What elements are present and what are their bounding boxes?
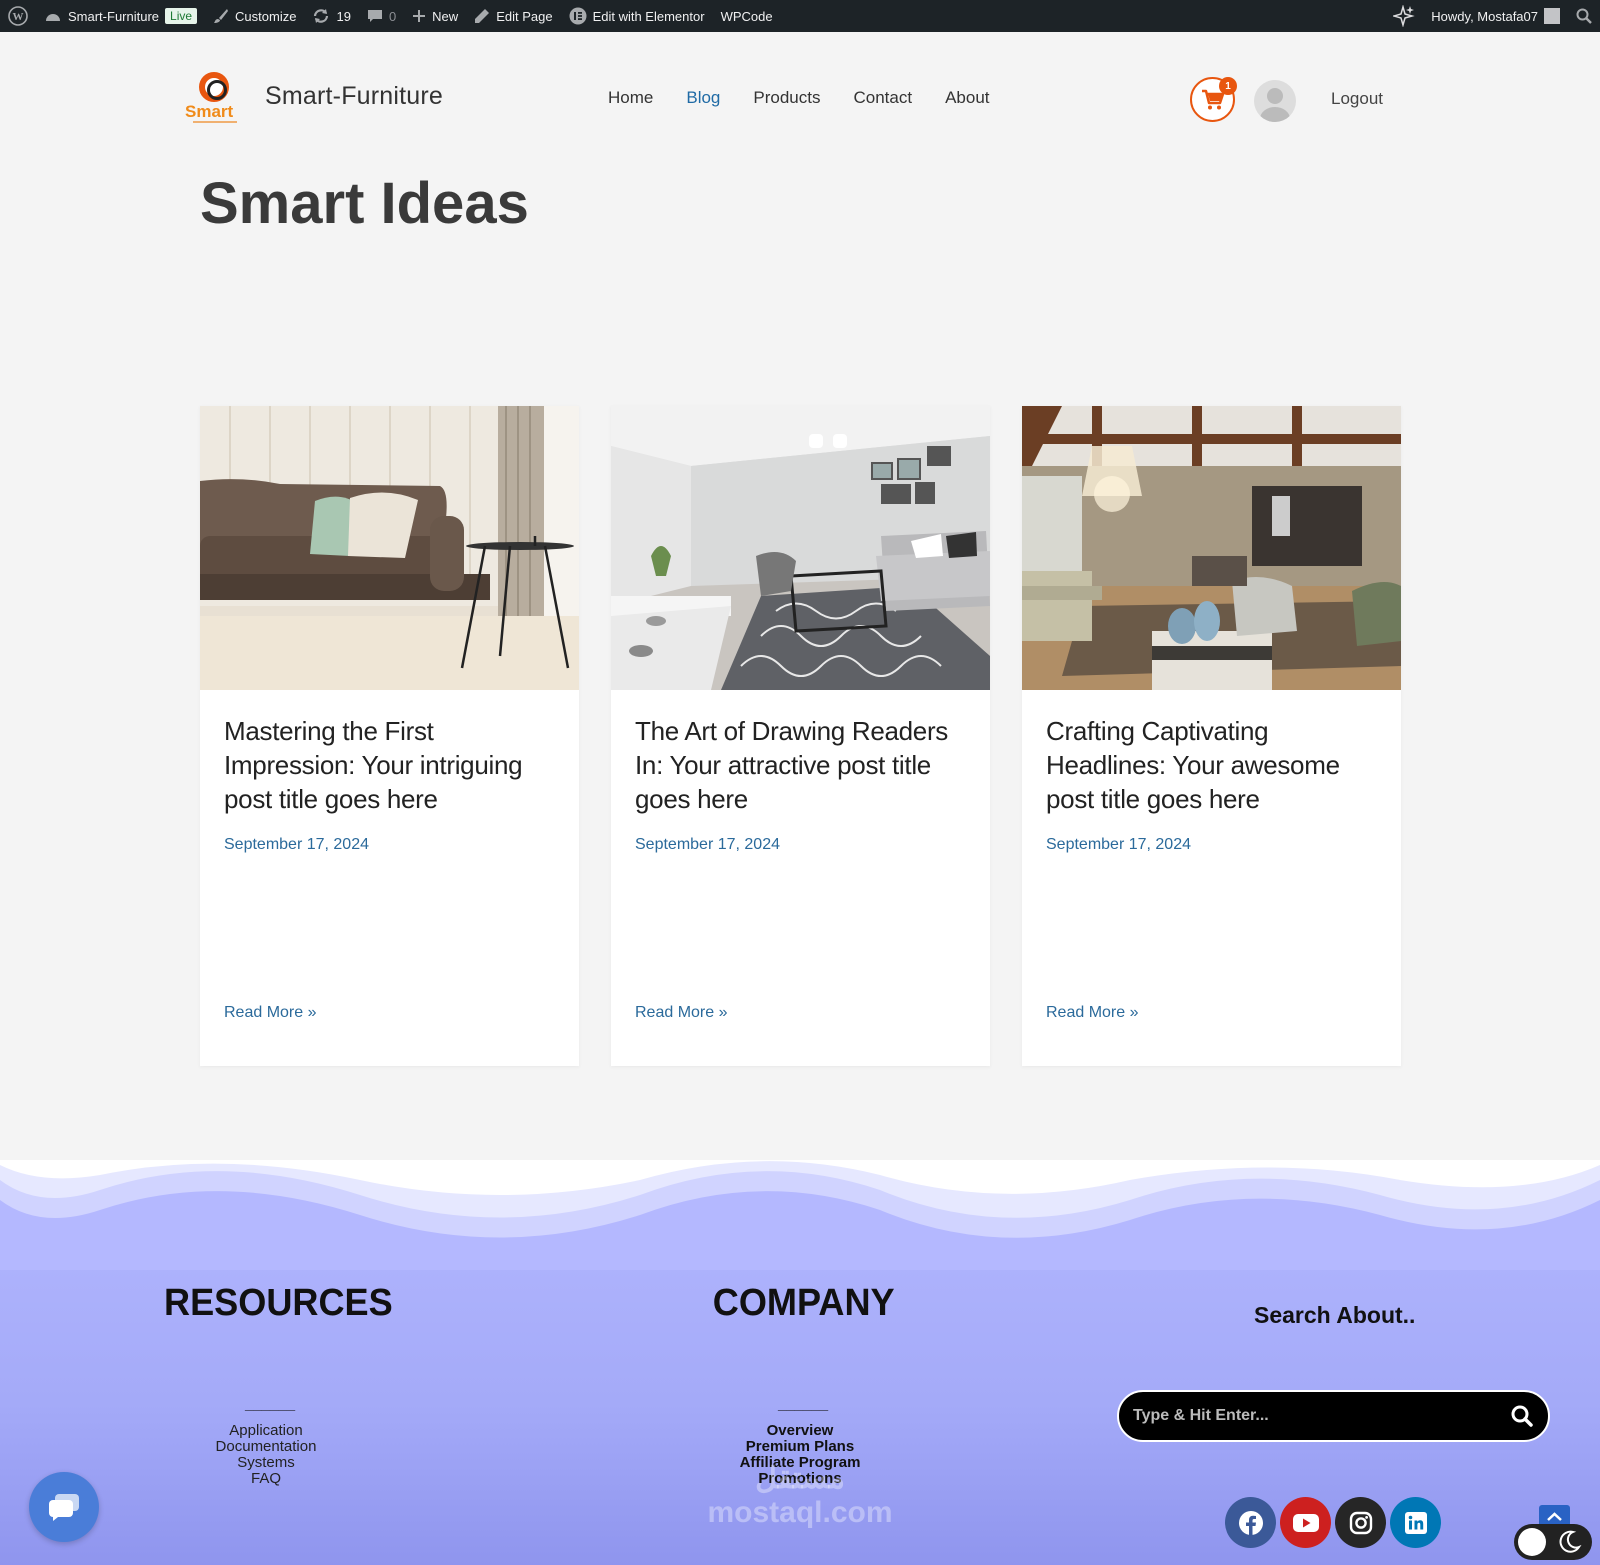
post-title[interactable]: Mastering the First Impression: Your int…	[224, 714, 559, 816]
logout-link[interactable]: Logout	[1331, 89, 1383, 109]
ai-sparkle-icon[interactable]	[1385, 0, 1423, 32]
plus-icon	[413, 10, 426, 22]
admin-search-icon[interactable]	[1568, 0, 1600, 32]
resources-links: Application Documentation Systems FAQ	[186, 1423, 346, 1487]
chat-widget-button[interactable]	[29, 1472, 99, 1542]
read-more-link[interactable]: Read More »	[224, 1004, 317, 1022]
nav-blog[interactable]: Blog	[686, 88, 720, 108]
customize-label: Customize	[235, 8, 297, 24]
updates-count: 19	[336, 8, 351, 24]
watermark-arabic: مستقل	[755, 1462, 845, 1495]
youtube-icon	[1292, 1513, 1319, 1532]
footer-wave-divider	[0, 1160, 1600, 1270]
instagram-button[interactable]	[1335, 1497, 1386, 1548]
comments-link[interactable]: 0	[359, 0, 404, 32]
watermark: مستقل mostaql.com	[700, 1462, 900, 1530]
pencil-icon	[475, 9, 490, 23]
site-header: Smart Smart-Furniture Home Blog Products…	[0, 32, 1600, 166]
company-separator: ______	[778, 1396, 829, 1413]
brush-icon	[214, 9, 229, 23]
page-title: Smart Ideas	[200, 171, 529, 236]
main-nav: Home Blog Products Contact About	[608, 88, 990, 108]
post-card: Crafting Captivating Headlines: Your awe…	[1022, 406, 1401, 1066]
footer-link-application[interactable]: Application	[186, 1423, 346, 1439]
dashboard-icon	[46, 14, 60, 21]
wpcode-link[interactable]: WPCode	[713, 0, 781, 32]
linkedin-icon	[1404, 1511, 1427, 1534]
post-date: September 17, 2024	[1046, 836, 1191, 853]
admin-avatar	[1544, 8, 1560, 24]
footer-link-systems[interactable]: Systems	[186, 1455, 346, 1471]
chat-icon	[49, 1494, 79, 1521]
site-title[interactable]: Smart-Furniture	[265, 82, 443, 111]
read-more-link[interactable]: Read More »	[635, 1004, 728, 1022]
site-name-label: Smart-Furniture	[68, 8, 160, 24]
new-content-link[interactable]: New	[404, 0, 466, 32]
elementor-icon	[569, 7, 587, 25]
nav-home[interactable]: Home	[608, 88, 653, 108]
youtube-button[interactable]	[1280, 1497, 1331, 1548]
footer-search-bar	[1117, 1390, 1550, 1442]
edit-elementor-link[interactable]: Edit with Elementor	[561, 0, 713, 32]
post-date: September 17, 2024	[224, 836, 369, 853]
new-label: New	[432, 8, 459, 24]
resources-heading: RESOURCES	[164, 1282, 393, 1324]
facebook-icon	[1238, 1510, 1263, 1535]
read-more-link[interactable]: Read More »	[1046, 1004, 1139, 1022]
nav-about[interactable]: About	[945, 88, 989, 108]
update-icon	[314, 9, 329, 23]
facebook-button[interactable]	[1225, 1497, 1276, 1548]
post-title[interactable]: The Art of Drawing Readers In: Your attr…	[635, 714, 970, 816]
linkedin-button[interactable]	[1390, 1497, 1441, 1548]
resources-separator: ______	[245, 1396, 296, 1413]
svg-text:W: W	[13, 11, 24, 23]
cart-button[interactable]: 1	[1190, 77, 1237, 122]
post-grid: Mastering the First Impression: Your int…	[200, 406, 1401, 1066]
edit-page-link[interactable]: Edit Page	[466, 0, 560, 32]
logo-ring-icon	[199, 72, 229, 102]
logo-underline	[193, 121, 237, 123]
wp-admin-bar: W Smart-Furniture Live Customize 19 0 Ne…	[0, 0, 1600, 32]
comments-count: 0	[388, 8, 397, 24]
moon-icon	[1559, 1530, 1582, 1553]
post-thumbnail-open-interior[interactable]	[1022, 406, 1401, 690]
howdy-label: Howdy, Mostafa07	[1431, 8, 1538, 24]
comment-icon	[367, 10, 382, 22]
edit-elementor-label: Edit with Elementor	[592, 8, 705, 24]
post-card: Mastering the First Impression: Your int…	[200, 406, 579, 1066]
toggle-knob	[1518, 1528, 1546, 1556]
footer-link-premium-plans[interactable]: Premium Plans	[700, 1439, 900, 1455]
post-card: The Art of Drawing Readers In: Your attr…	[611, 406, 990, 1066]
post-thumbnail-living-room[interactable]	[611, 406, 990, 690]
admin-bar-site-link[interactable]: Smart-Furniture Live	[36, 0, 205, 32]
footer-link-overview[interactable]: Overview	[700, 1423, 900, 1439]
post-thumbnail-sofa[interactable]	[200, 406, 579, 690]
footer-search-input[interactable]	[1133, 1407, 1510, 1425]
user-avatar[interactable]	[1254, 80, 1296, 122]
search-icon[interactable]	[1510, 1404, 1534, 1428]
nav-products[interactable]: Products	[753, 88, 820, 108]
updates-link[interactable]: 19	[304, 0, 358, 32]
edit-page-label: Edit Page	[496, 8, 553, 24]
instagram-icon	[1349, 1511, 1372, 1534]
post-title[interactable]: Crafting Captivating Headlines: Your awe…	[1046, 714, 1381, 816]
company-heading: COMPANY	[712, 1282, 895, 1324]
customize-link[interactable]: Customize	[205, 0, 304, 32]
site-logo[interactable]: Smart	[183, 68, 245, 126]
account-menu[interactable]: Howdy, Mostafa07	[1423, 0, 1568, 32]
dark-mode-toggle[interactable]	[1514, 1524, 1592, 1560]
footer-link-documentation[interactable]: Documentation	[186, 1439, 346, 1455]
footer-link-faq[interactable]: FAQ	[186, 1471, 346, 1487]
post-date: September 17, 2024	[635, 836, 780, 853]
watermark-latin: mostaql.com	[707, 1496, 893, 1529]
live-badge: Live	[165, 8, 198, 24]
logo-text: Smart	[185, 102, 234, 121]
search-heading: Search About..	[1254, 1302, 1416, 1328]
cart-count-badge: 1	[1219, 77, 1237, 95]
wordpress-logo-icon[interactable]: W	[0, 0, 36, 32]
wpcode-label: WPCode	[720, 8, 773, 24]
nav-contact[interactable]: Contact	[853, 88, 912, 108]
